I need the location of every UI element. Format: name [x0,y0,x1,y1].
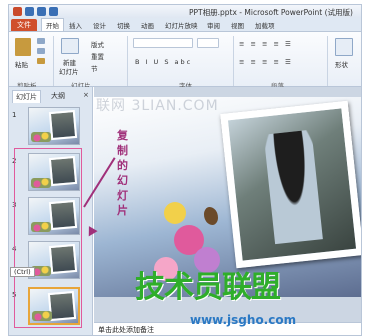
paragraph-buttons[interactable]: ≡ ≡ ≡ ≡ ☰ [239,40,293,48]
copied-slides-annotation: 复制的幻灯片 [117,129,128,217]
paste-options-button[interactable]: (Ctrl) [10,267,35,277]
watermark-logo: 技术员联盟 [135,270,281,305]
tab-review[interactable]: 审阅 [207,20,220,30]
tab-home[interactable]: 开始 [41,18,64,31]
photo-frame[interactable] [220,100,362,269]
font-format-buttons[interactable]: B I U S abc [135,58,192,66]
ribbon-separator [127,36,128,86]
app-icon[interactable] [13,7,22,16]
tab-outline[interactable]: 大纲 [48,90,68,102]
watermark-url: www.jsgho.com [190,313,297,327]
tab-transitions[interactable]: 切换 [117,20,130,30]
tab-addins[interactable]: 加载项 [255,20,275,30]
slide-number: 1 [12,111,17,119]
new-slide-icon[interactable] [61,38,79,54]
reset-button[interactable]: 重置 [91,51,104,61]
section-button[interactable]: 节 [91,63,98,73]
butterfly-decoration [204,207,218,225]
powerpoint-window: PPT相册.pptx - Microsoft PowerPoint (试用版) … [0,0,370,336]
tab-slides[interactable]: 幻灯片 [12,90,41,103]
font-name-box[interactable] [133,38,193,48]
copy-icon[interactable] [37,48,45,54]
girl-photo [263,129,323,245]
font-size-box[interactable] [197,38,219,48]
thumb-photo [48,109,78,141]
window-title: PPT相册.pptx - Microsoft PowerPoint (试用版) [189,8,353,17]
ribbon-tab-bar: 文件 开始 插入 设计 切换 动画 幻灯片放映 审阅 视图 加载项 [8,18,362,31]
tab-slideshow[interactable]: 幻灯片放映 [165,20,198,30]
slide-thumbnail-1[interactable] [28,107,80,145]
layout-button[interactable]: 版式 [91,39,104,49]
ribbon-separator [53,36,54,86]
tab-animations[interactable]: 动画 [141,20,154,30]
alignment-buttons[interactable]: ≡ ≡ ≡ ≡ ☰ [239,58,293,66]
ribbon-separator [327,36,328,86]
tab-view[interactable]: 视图 [231,20,244,30]
close-pane-icon[interactable]: × [80,90,92,100]
copied-slides-highlight [14,148,82,328]
watermark-top: 联网 3LIAN.COM [96,98,219,114]
shapes-button[interactable]: 形状 [335,59,348,69]
cut-icon[interactable] [37,38,45,44]
ribbon-separator [233,36,234,86]
thumb-flowers [31,132,51,142]
tab-insert[interactable]: 插入 [69,20,82,30]
tab-file[interactable]: 文件 [11,19,37,31]
ribbon: 粘贴 剪贴板 新建 幻灯片 版式 重置 节 幻灯片 B I U S abc 字体… [8,31,362,90]
paste-button[interactable]: 粘贴 [15,59,28,69]
new-slide-button-label-2[interactable]: 幻灯片 [59,66,79,76]
redo-icon[interactable] [49,7,58,16]
tab-design[interactable]: 设计 [93,20,106,30]
paste-icon[interactable] [15,38,31,56]
quick-access-toolbar [13,7,58,16]
save-icon[interactable] [25,7,34,16]
format-painter-icon[interactable] [37,58,45,64]
flower-decoration [164,202,186,224]
title-bar: PPT相册.pptx - Microsoft PowerPoint (试用版) [8,4,362,18]
undo-icon[interactable] [37,7,46,16]
shapes-icon[interactable] [335,38,353,56]
